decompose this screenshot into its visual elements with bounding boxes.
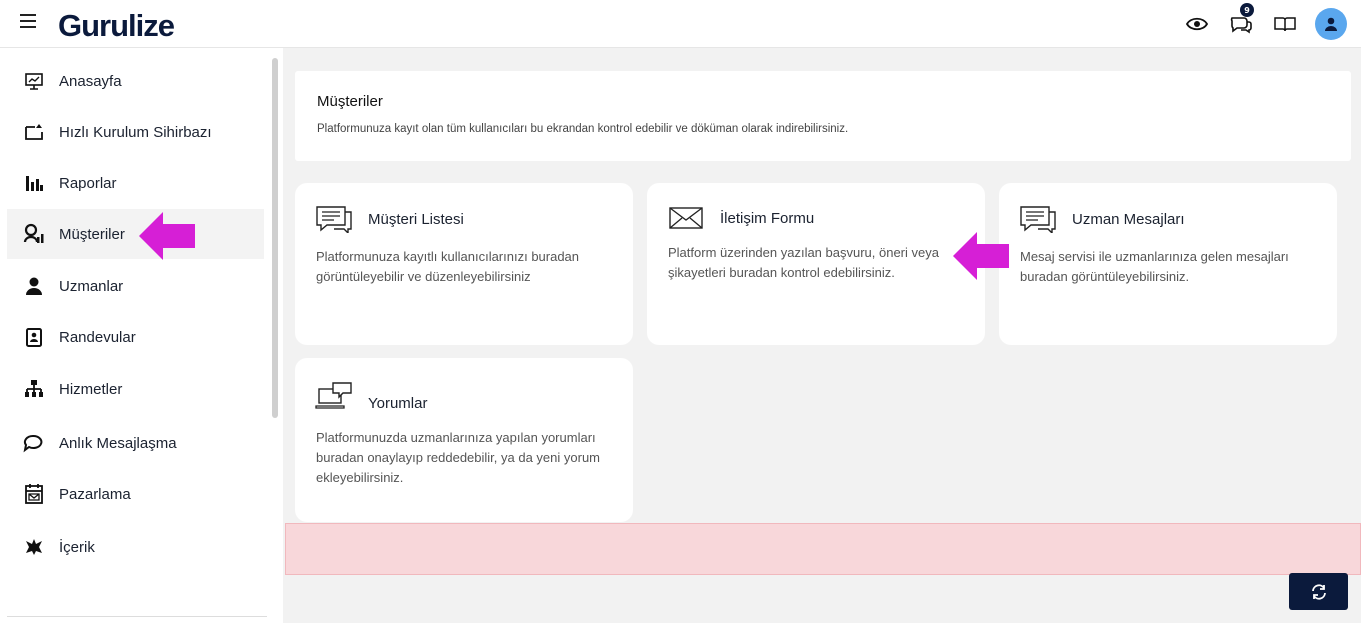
sidebar-item-anasayfa[interactable]: Anasayfa <box>7 56 264 106</box>
sidebar-item-label: İçerik <box>59 538 95 556</box>
eye-icon[interactable] <box>1183 10 1211 38</box>
sidebar-item-anlik-mesajlasma[interactable]: Anlık Mesajlaşma <box>7 418 264 468</box>
sidebar-divider <box>7 616 267 617</box>
customers-icon <box>23 223 45 245</box>
sidebar-item-label: Randevular <box>59 328 136 346</box>
sidebar-item-label: Müşteriler <box>59 225 125 243</box>
sidebar-item-hizli-kurulum[interactable]: Hızlı Kurulum Sihirbazı <box>7 107 264 157</box>
sidebar-item-icerik[interactable]: İçerik <box>7 522 264 572</box>
card-title: İletişim Formu <box>720 210 815 227</box>
app-logo[interactable]: Gurulize <box>58 8 175 44</box>
sidebar-item-label: Hızlı Kurulum Sihirbazı <box>59 123 212 141</box>
card-yorumlar[interactable]: Yorumlar Platformunuzda uzmanlarınıza ya… <box>295 358 633 522</box>
sidebar-scrollbar[interactable] <box>272 58 278 418</box>
card-description: Mesaj servisi ile uzmanlarınıza gelen me… <box>1020 249 1289 284</box>
top-icons: 9 <box>1183 3 1347 40</box>
annotation-arrow-icon <box>953 232 1009 280</box>
top-bar: Gurulize 9 <box>0 0 1361 48</box>
wizard-icon <box>23 121 45 143</box>
chat-icon <box>23 432 45 454</box>
sidebar-item-label: Raporlar <box>59 174 117 192</box>
bar-chart-icon <box>23 172 45 194</box>
dashboard-icon <box>23 70 45 92</box>
content-icon <box>23 536 45 558</box>
sidebar-item-randevular[interactable]: Randevular <box>7 312 264 362</box>
page-header-card: Müşteriler Platformunuza kayıt olan tüm … <box>295 71 1351 161</box>
sidebar-item-raporlar[interactable]: Raporlar <box>7 158 264 208</box>
calendar-badge-icon <box>23 326 45 348</box>
card-title: Uzman Mesajları <box>1072 211 1185 228</box>
laptop-chat-icon <box>315 382 352 409</box>
sidebar-item-uzmanlar[interactable]: Uzmanlar <box>7 261 264 311</box>
marketing-icon <box>23 483 45 505</box>
refresh-icon <box>1311 583 1326 600</box>
sidebar-item-label: Hizmetler <box>59 380 123 398</box>
sidebar-item-label: Uzmanlar <box>59 277 124 295</box>
sidebar: Anasayfa Hızlı Kurulum Sihirbazı Raporla… <box>0 48 283 623</box>
sidebar-item-label: Anasayfa <box>59 72 122 90</box>
list-chat-icon <box>1020 206 1056 233</box>
notification-badge: 9 <box>1240 3 1254 17</box>
list-chat-icon <box>316 206 352 233</box>
sidebar-item-hizmetler[interactable]: Hizmetler <box>7 364 264 414</box>
card-title: Müşteri Listesi <box>368 211 464 228</box>
card-description: Platformunuza kayıtlı kullanıcılarınızı … <box>316 249 580 284</box>
page-description: Platformunuza kayıt olan tüm kullanıcıla… <box>317 123 849 135</box>
book-icon[interactable] <box>1271 10 1299 38</box>
envelope-icon <box>669 207 703 229</box>
sidebar-item-musteriler[interactable]: Müşteriler <box>7 209 264 259</box>
user-icon <box>23 275 45 297</box>
card-description: Platform üzerinden yazılan başvuru, öner… <box>668 245 939 280</box>
card-musteri-listesi[interactable]: Müşteri Listesi Platformunuza kayıtlı ku… <box>295 183 633 345</box>
card-description: Platformunuzda uzmanlarınıza yapılan yor… <box>316 430 601 485</box>
alert-bar <box>285 523 1361 575</box>
sidebar-item-label: Anlık Mesajlaşma <box>59 434 177 452</box>
messages-icon[interactable]: 9 <box>1227 3 1255 38</box>
card-title: Yorumlar <box>368 395 428 412</box>
sidebar-item-label: Pazarlama <box>59 485 131 503</box>
sidebar-item-pazarlama[interactable]: Pazarlama <box>7 469 264 519</box>
card-uzman-mesajlari[interactable]: Uzman Mesajları Mesaj servisi ile uzmanl… <box>999 183 1337 345</box>
annotation-arrow-icon <box>139 212 195 260</box>
menu-icon[interactable] <box>20 14 38 32</box>
page-title: Müşteriler <box>317 93 383 110</box>
avatar[interactable] <box>1315 8 1347 40</box>
card-iletisim-formu[interactable]: İletişim Formu Platform üzerinden yazıla… <box>647 183 985 345</box>
refresh-button[interactable] <box>1289 573 1348 610</box>
hierarchy-icon <box>23 378 45 400</box>
